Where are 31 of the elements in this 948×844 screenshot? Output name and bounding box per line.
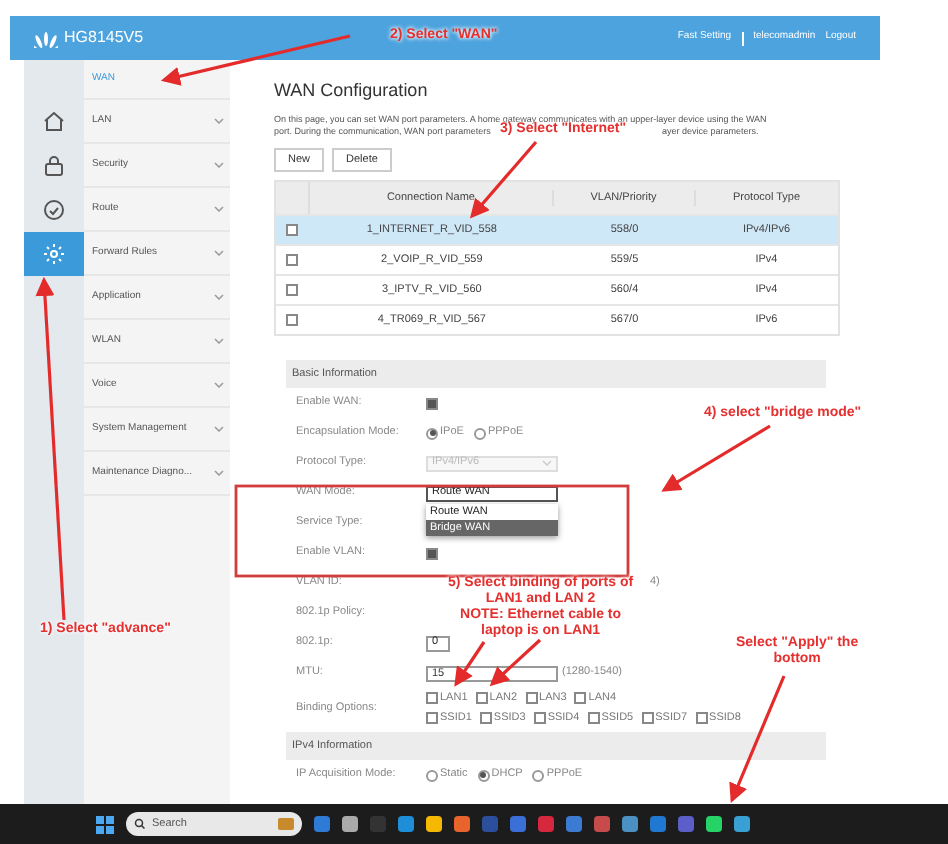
checkbox[interactable] — [574, 692, 587, 705]
checkbox[interactable] — [695, 711, 708, 724]
page-title: WAN Configuration — [274, 78, 430, 104]
search-icon — [134, 818, 146, 830]
settings-icon[interactable] — [42, 242, 66, 266]
radio-button[interactable] — [426, 769, 438, 781]
checkbox[interactable] — [475, 692, 488, 705]
product-logo: HG8145V5 — [64, 26, 144, 50]
checkbox[interactable] — [426, 547, 438, 559]
checkbox[interactable] — [641, 711, 654, 724]
logo-icon — [34, 29, 58, 47]
nav-tab[interactable] — [24, 232, 84, 276]
checkbox[interactable] — [426, 692, 438, 705]
checkbox[interactable] — [525, 692, 538, 705]
checkbox[interactable] — [286, 254, 299, 266]
checkbox[interactable] — [286, 284, 299, 296]
checkbox[interactable] — [533, 711, 546, 724]
home-icon[interactable] — [42, 110, 66, 134]
checkbox[interactable] — [286, 224, 299, 236]
checkbox[interactable] — [426, 711, 438, 724]
radio-button[interactable] — [473, 427, 486, 439]
checkbox[interactable] — [587, 711, 600, 724]
start-icon[interactable] — [96, 815, 114, 833]
radio-button[interactable] — [532, 769, 545, 781]
checkbox[interactable] — [286, 314, 299, 326]
radio-button[interactable] — [477, 769, 490, 781]
gauge-icon[interactable] — [42, 198, 66, 222]
radio-button[interactable] — [426, 427, 438, 439]
checkbox[interactable] — [426, 397, 438, 409]
checkbox[interactable] — [479, 711, 492, 724]
lock-icon[interactable] — [42, 154, 66, 178]
